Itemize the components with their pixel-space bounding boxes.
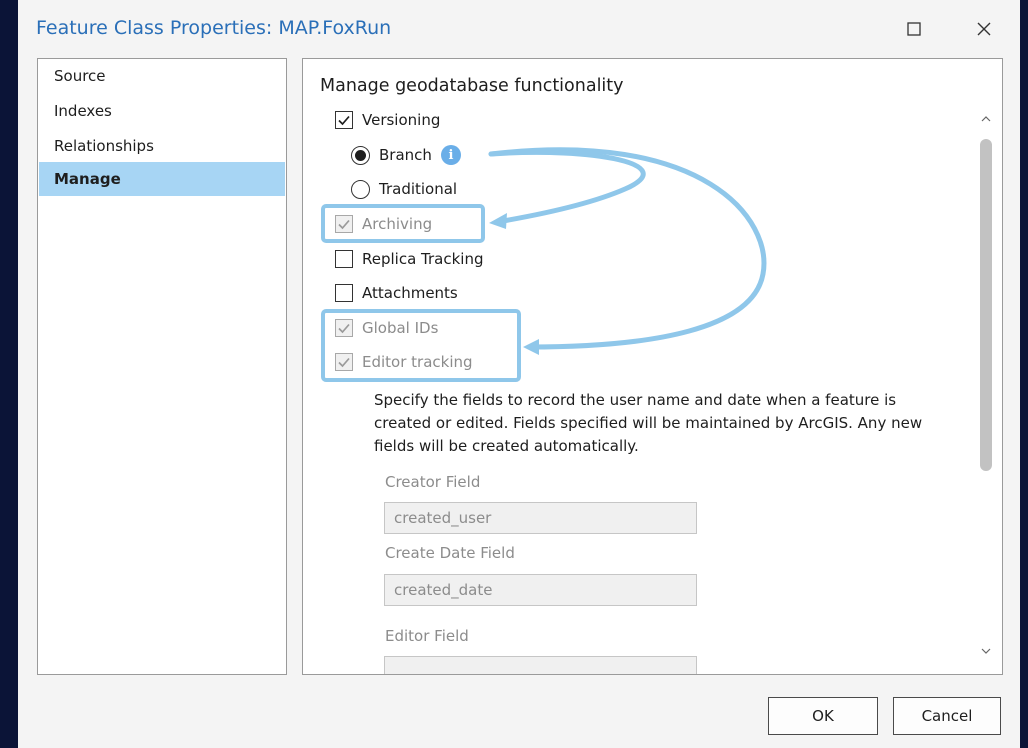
nav-item-manage[interactable]: Manage (39, 162, 285, 196)
title-bar: Feature Class Properties: MAP.FoxRun (18, 0, 1020, 58)
nav-item-relationships[interactable]: Relationships (39, 129, 285, 163)
callout-arrows (488, 147, 767, 355)
vertical-scrollbar[interactable] (976, 109, 996, 666)
nav-item-source[interactable]: Source (39, 59, 285, 93)
close-icon[interactable] (967, 12, 1001, 46)
property-pages-nav: Source Indexes Relationships Manage (37, 58, 287, 675)
cancel-button[interactable]: Cancel (893, 697, 1001, 735)
scroll-up-icon[interactable] (976, 109, 996, 129)
maximize-icon[interactable] (897, 12, 931, 46)
ok-button[interactable]: OK (768, 697, 878, 735)
scroll-down-icon[interactable] (976, 641, 996, 661)
manage-panel: Manage geodatabase functionality Version… (302, 58, 1003, 675)
window-title: Feature Class Properties: MAP.FoxRun (36, 17, 392, 39)
nav-item-indexes[interactable]: Indexes (39, 94, 285, 128)
scrollbar-thumb[interactable] (980, 139, 992, 471)
feature-class-properties-dialog: Feature Class Properties: MAP.FoxRun Sou… (18, 0, 1020, 748)
